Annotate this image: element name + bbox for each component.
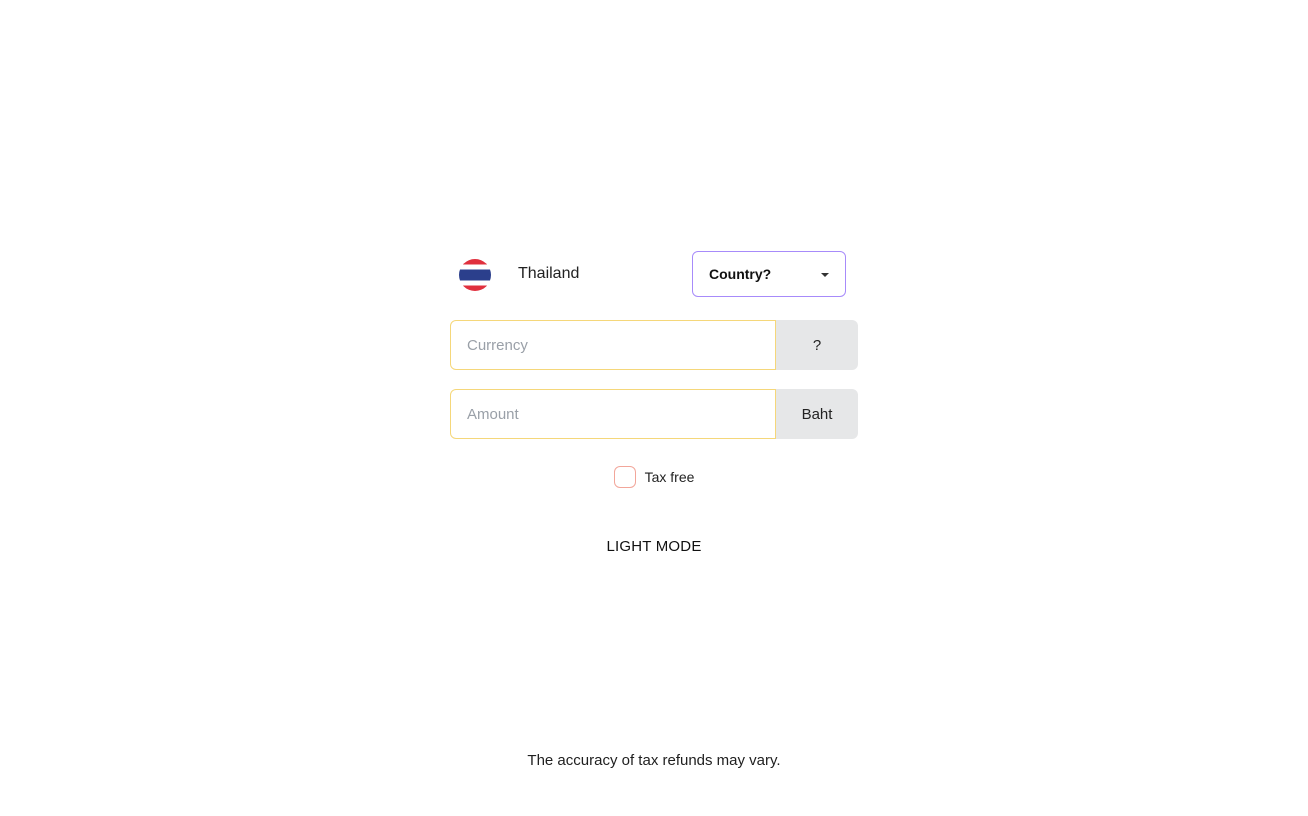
amount-row: Baht bbox=[450, 389, 858, 439]
country-select-label: Country? bbox=[709, 266, 772, 282]
tax-free-row: Tax free bbox=[450, 466, 858, 488]
disclaimer-text: The accuracy of tax refunds may vary. bbox=[527, 752, 781, 769]
tax-refund-form: Thailand Country? ? Baht Tax free LIGHT … bbox=[450, 250, 858, 555]
currency-addon: ? bbox=[776, 320, 858, 370]
currency-input[interactable] bbox=[450, 320, 776, 370]
light-mode-toggle[interactable]: LIGHT MODE bbox=[450, 538, 858, 555]
country-name: Thailand bbox=[518, 265, 580, 282]
country-row: Thailand Country? bbox=[450, 250, 858, 300]
tax-free-checkbox[interactable] bbox=[613, 466, 636, 488]
thailand-flag-icon bbox=[459, 259, 491, 291]
page: Thailand Country? ? Baht Tax free LIGHT … bbox=[0, 0, 1308, 816]
country-select[interactable]: Country? bbox=[692, 251, 846, 297]
tax-free-label: Tax free bbox=[644, 469, 695, 485]
currency-row: ? bbox=[450, 320, 858, 370]
caret-down-icon bbox=[821, 273, 829, 277]
amount-unit-addon: Baht bbox=[776, 389, 858, 439]
amount-input[interactable] bbox=[450, 389, 776, 439]
